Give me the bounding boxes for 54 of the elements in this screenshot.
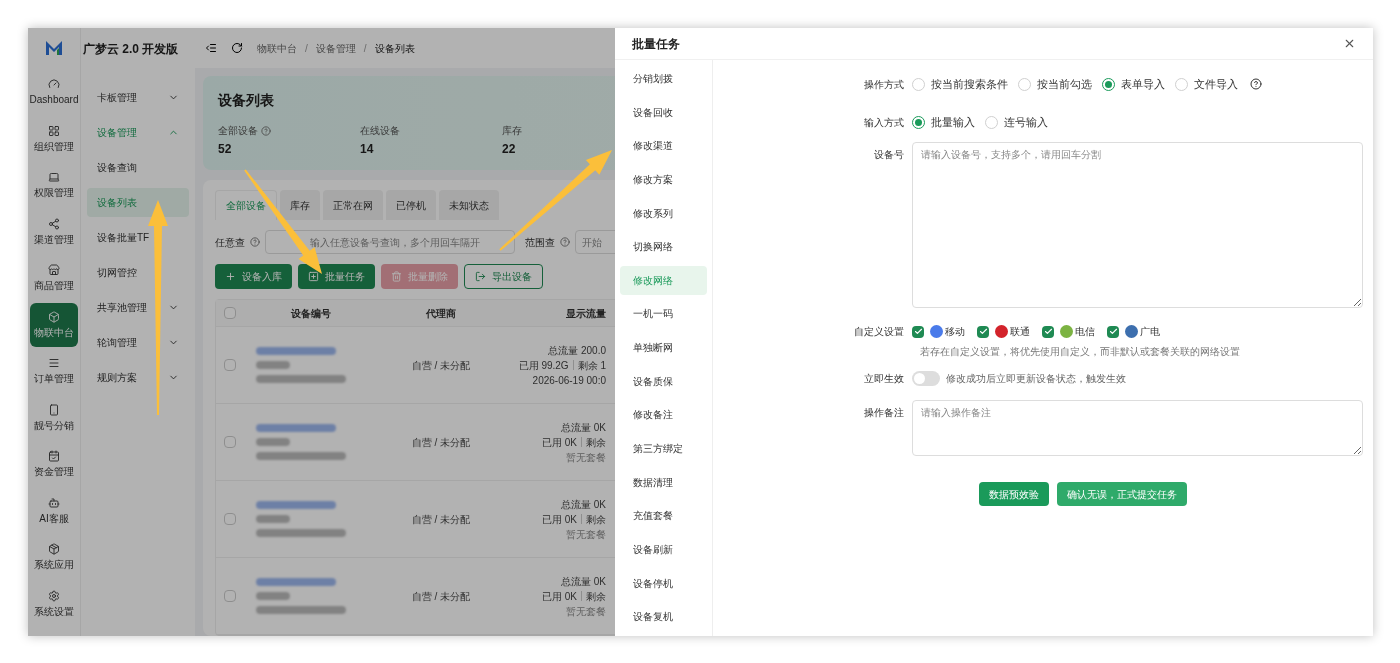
stat-label: 库存 [502,124,522,138]
radio-label: 连号输入 [1004,114,1048,130]
page-title: 设备列表 [218,91,275,110]
table-cell-text: 自营 / 未分配 [410,435,472,450]
form-label: 输入方式 [863,115,905,130]
table-cell-text: 自营 / 未分配 [410,589,472,604]
table-cell-text: 已用 0K [542,512,577,527]
table-cell-text: 总流量 0K [561,497,606,512]
table-cell-text: 剩余 [586,435,606,450]
column-header: 代理商 [425,306,457,321]
table-cell-text: 已用 99.2G [518,358,569,373]
table-cell-text: 剩余 [586,512,606,527]
radio-label: 表单导入 [1121,76,1165,92]
form-label: 操作备注 [863,406,905,420]
carrier-label: 移动 [945,325,965,339]
table-cell-text: 剩余 1 [577,358,606,373]
carrier-label: 联通 [1010,325,1030,339]
logo-text: 广梦云 2.0 开发版 [83,41,179,58]
radio-label: 批量输入 [931,114,975,130]
table-cell-text: 剩余 [586,589,606,604]
radio-label: 文件导入 [1194,76,1238,92]
form-label: 立即生效 [863,372,905,386]
carrier-label: 广电 [1140,325,1160,339]
breadcrumb-separator: / [363,41,367,56]
table-cell-text: 自营 / 未分配 [410,358,472,373]
table-cell-text: 已用 0K [542,435,577,450]
column-header: 设备编号 [290,306,332,321]
stat-value: 14 [360,141,374,158]
table-cell-text: 总流量 200.0 [548,343,606,358]
table-cell-text: 2026-06-19 00:0 [532,373,606,388]
column-header: 显示流量 [565,306,606,321]
stat-value: 52 [218,141,232,158]
table-cell-text: 总流量 0K [561,420,606,435]
radio-label: 按当前搜索条件 [931,76,1008,92]
form-label: 操作方式 [863,77,905,92]
table-cell-text: 暂无套餐 [566,604,606,619]
filter-label: 范围查 [525,235,555,250]
filter-label: 任意查 [215,235,245,250]
hint-text: 若存在自定义设置，将优先使用自定义，而非默认或套餐关联的网络设置 [920,345,1241,359]
stat-label: 全部设备 [218,124,258,138]
table-cell-text: 自营 / 未分配 [410,512,472,527]
form-label: 自定义设置 [853,325,905,339]
radio-label: 按当前勾选 [1037,76,1092,92]
stat-value: 22 [502,141,516,158]
stat-label: 在线设备 [360,124,400,138]
table-cell-text: 总流量 0K [561,574,606,589]
table-cell-text: 暂无套餐 [566,527,606,542]
table-cell-text: 暂无套餐 [566,450,606,465]
hint-text: 修改成功后立即更新设备状态，触发生效 [946,372,1126,386]
carrier-label: 电信 [1075,325,1095,339]
form-label: 设备号 [873,148,905,162]
drawer-title: 批量任务 [632,35,680,53]
breadcrumb-separator: / [305,41,308,56]
table-cell-text: 已用 0K [542,589,577,604]
